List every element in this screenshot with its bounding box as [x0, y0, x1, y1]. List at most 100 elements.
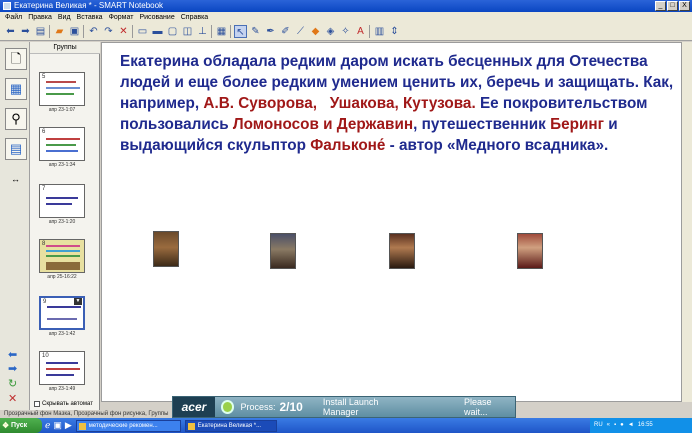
name-falcone: Фальконе́ [310, 137, 386, 154]
properties-tab[interactable]: ▤ [5, 138, 27, 160]
thumb-line [46, 138, 80, 140]
text-icon[interactable]: A [354, 25, 367, 38]
add-page-icon[interactable]: ▤ [34, 25, 47, 38]
save-icon[interactable]: ▣ [68, 25, 81, 38]
page-thumbnail-7[interactable]: 7 [39, 184, 85, 218]
page-thumbnail-5[interactable]: 5 [39, 72, 85, 106]
thumb-line [46, 150, 78, 152]
thumb-line [46, 81, 76, 83]
properties-icon[interactable]: ▥ [373, 25, 386, 38]
thumb-line [46, 93, 74, 95]
portrait-suvorov[interactable] [153, 231, 179, 267]
tray-expand-icon[interactable]: « [607, 418, 610, 433]
thumb-line [46, 262, 80, 270]
canvas-scrollbar[interactable] [682, 42, 692, 402]
select-icon[interactable]: ↖ [234, 25, 247, 38]
install-text: Install Launch Manager [322, 397, 379, 417]
magic-pen-icon[interactable]: ✧ [339, 25, 352, 38]
page-thumbnail-8[interactable]: 8 [39, 239, 85, 273]
pen-icon[interactable]: ✎ [249, 25, 262, 38]
dual-page-icon[interactable]: ◫ [181, 25, 194, 38]
gallery-tab[interactable]: ▦ [5, 78, 27, 100]
page-thumbnail-10[interactable]: 10 [39, 351, 85, 385]
task-notebook[interactable]: Екатерина Великая *... [184, 419, 277, 432]
back-arrow-icon[interactable]: ⬅ [4, 25, 17, 38]
autohide-option[interactable]: Скрывать автомат [34, 401, 93, 407]
projector-icon[interactable]: ▬ [151, 25, 164, 38]
page-sorter-tab[interactable]: 🗋 [5, 48, 27, 70]
menu-help[interactable]: Справка [181, 12, 208, 23]
toolbar-separator [83, 25, 85, 38]
page-sorter: Группы 5 апр 23-1:07 6 апр 23-1:34 7 апр… [30, 42, 128, 410]
thumb-line [46, 203, 72, 205]
thumb-line [46, 255, 80, 257]
page-thumbnail-6[interactable]: 6 [39, 127, 85, 161]
menu-format[interactable]: Формат [109, 12, 134, 23]
antivirus-icon[interactable]: ● [620, 418, 624, 433]
thumb-number: 9 [43, 299, 47, 305]
prev-page-icon[interactable]: ⬅ [8, 348, 17, 361]
document-camera-icon[interactable]: ⊥ [196, 25, 209, 38]
minimize-button[interactable]: _ [655, 1, 666, 11]
thumb-line [47, 306, 81, 308]
acer-launch-manager-popup: acer Process: 2/10 Install Launch Manage… [172, 396, 516, 418]
attachments-tab[interactable]: ⚲ [5, 108, 27, 130]
line-icon[interactable]: ⟋ [294, 25, 307, 38]
language-indicator[interactable]: RU [594, 418, 603, 433]
thumb-number: 8 [42, 241, 46, 247]
volume-icon[interactable]: ◄ [628, 418, 634, 433]
menu-edit[interactable]: Правка [28, 12, 52, 23]
page-thumbnail-9[interactable]: 9 ▼ [39, 296, 85, 330]
forward-arrow-icon[interactable]: ➡ [19, 25, 32, 38]
toolbar-separator [132, 25, 134, 38]
close-button[interactable]: X [679, 1, 690, 11]
network-icon[interactable]: ▪ [614, 418, 616, 433]
open-icon[interactable]: ▰ [53, 25, 66, 38]
eraser-icon[interactable]: ✐ [279, 25, 292, 38]
menu-insert[interactable]: Вставка [77, 12, 103, 23]
process-count: 2/10 [279, 400, 303, 414]
creative-pen-icon[interactable]: ✒ [264, 25, 277, 38]
thumb-number: 7 [42, 186, 46, 192]
acer-logo: acer [173, 397, 215, 417]
page-refresh-icon[interactable]: ↻ [8, 377, 17, 390]
undo-icon[interactable]: ↶ [87, 25, 100, 38]
menu-file[interactable]: Файл [5, 12, 22, 23]
fill-icon[interactable]: ◈ [324, 25, 337, 38]
name-suvorov: А.В. Суворова, [203, 95, 317, 112]
menu-draw[interactable]: Рисование [139, 12, 174, 23]
capture-icon[interactable]: ▢ [166, 25, 179, 38]
thumb-label: апр 23-1:20 [48, 219, 76, 225]
ie-icon[interactable]: ℯ [45, 420, 50, 431]
text-run: - автор «Медного всадника». [385, 137, 609, 154]
portrait-ushakov[interactable] [270, 233, 296, 269]
table-icon[interactable]: ▦ [215, 25, 228, 38]
menu-view[interactable]: Вид [58, 12, 71, 23]
autohide-label: Скрывать автомат [42, 401, 93, 407]
maximize-button[interactable]: □ [667, 1, 678, 11]
delete-icon[interactable]: ✕ [117, 25, 130, 38]
screen-shade-icon[interactable]: ▭ [136, 25, 149, 38]
start-button[interactable]: Пуск [0, 418, 42, 433]
next-page-icon[interactable]: ➡ [8, 362, 17, 375]
autohide-checkbox[interactable] [34, 401, 40, 407]
shape-icon[interactable]: ◆ [309, 25, 322, 38]
collapse-icon[interactable]: ↔ [11, 174, 20, 184]
thumb-line [46, 197, 78, 199]
process-label: Process: [240, 402, 276, 412]
task-methodical[interactable]: методические рекомен... [75, 419, 181, 432]
media-icon[interactable]: ▶ [65, 420, 72, 431]
system-tray: RU « ▪ ● ◄ 16:55 [590, 418, 692, 433]
thumb-label: апр 23-1:49 [48, 386, 76, 392]
thumb-label: апр 23-1:07 [48, 107, 76, 113]
thumb-menu-icon[interactable]: ▼ [74, 298, 82, 305]
portrait-kutuzov[interactable] [389, 233, 415, 269]
delete-page-icon[interactable]: ✕ [8, 392, 17, 405]
more-icon[interactable]: ⇕ [388, 25, 401, 38]
main-text[interactable]: Екатерина обладала редким даром искать б… [120, 51, 680, 156]
notebook-canvas[interactable]: Екатерина обладала редким даром искать б… [101, 42, 682, 402]
thumb-line [46, 374, 74, 376]
explorer-icon[interactable]: ▣ [53, 420, 62, 431]
portrait-lomonosov[interactable] [517, 233, 543, 269]
redo-icon[interactable]: ↷ [102, 25, 115, 38]
